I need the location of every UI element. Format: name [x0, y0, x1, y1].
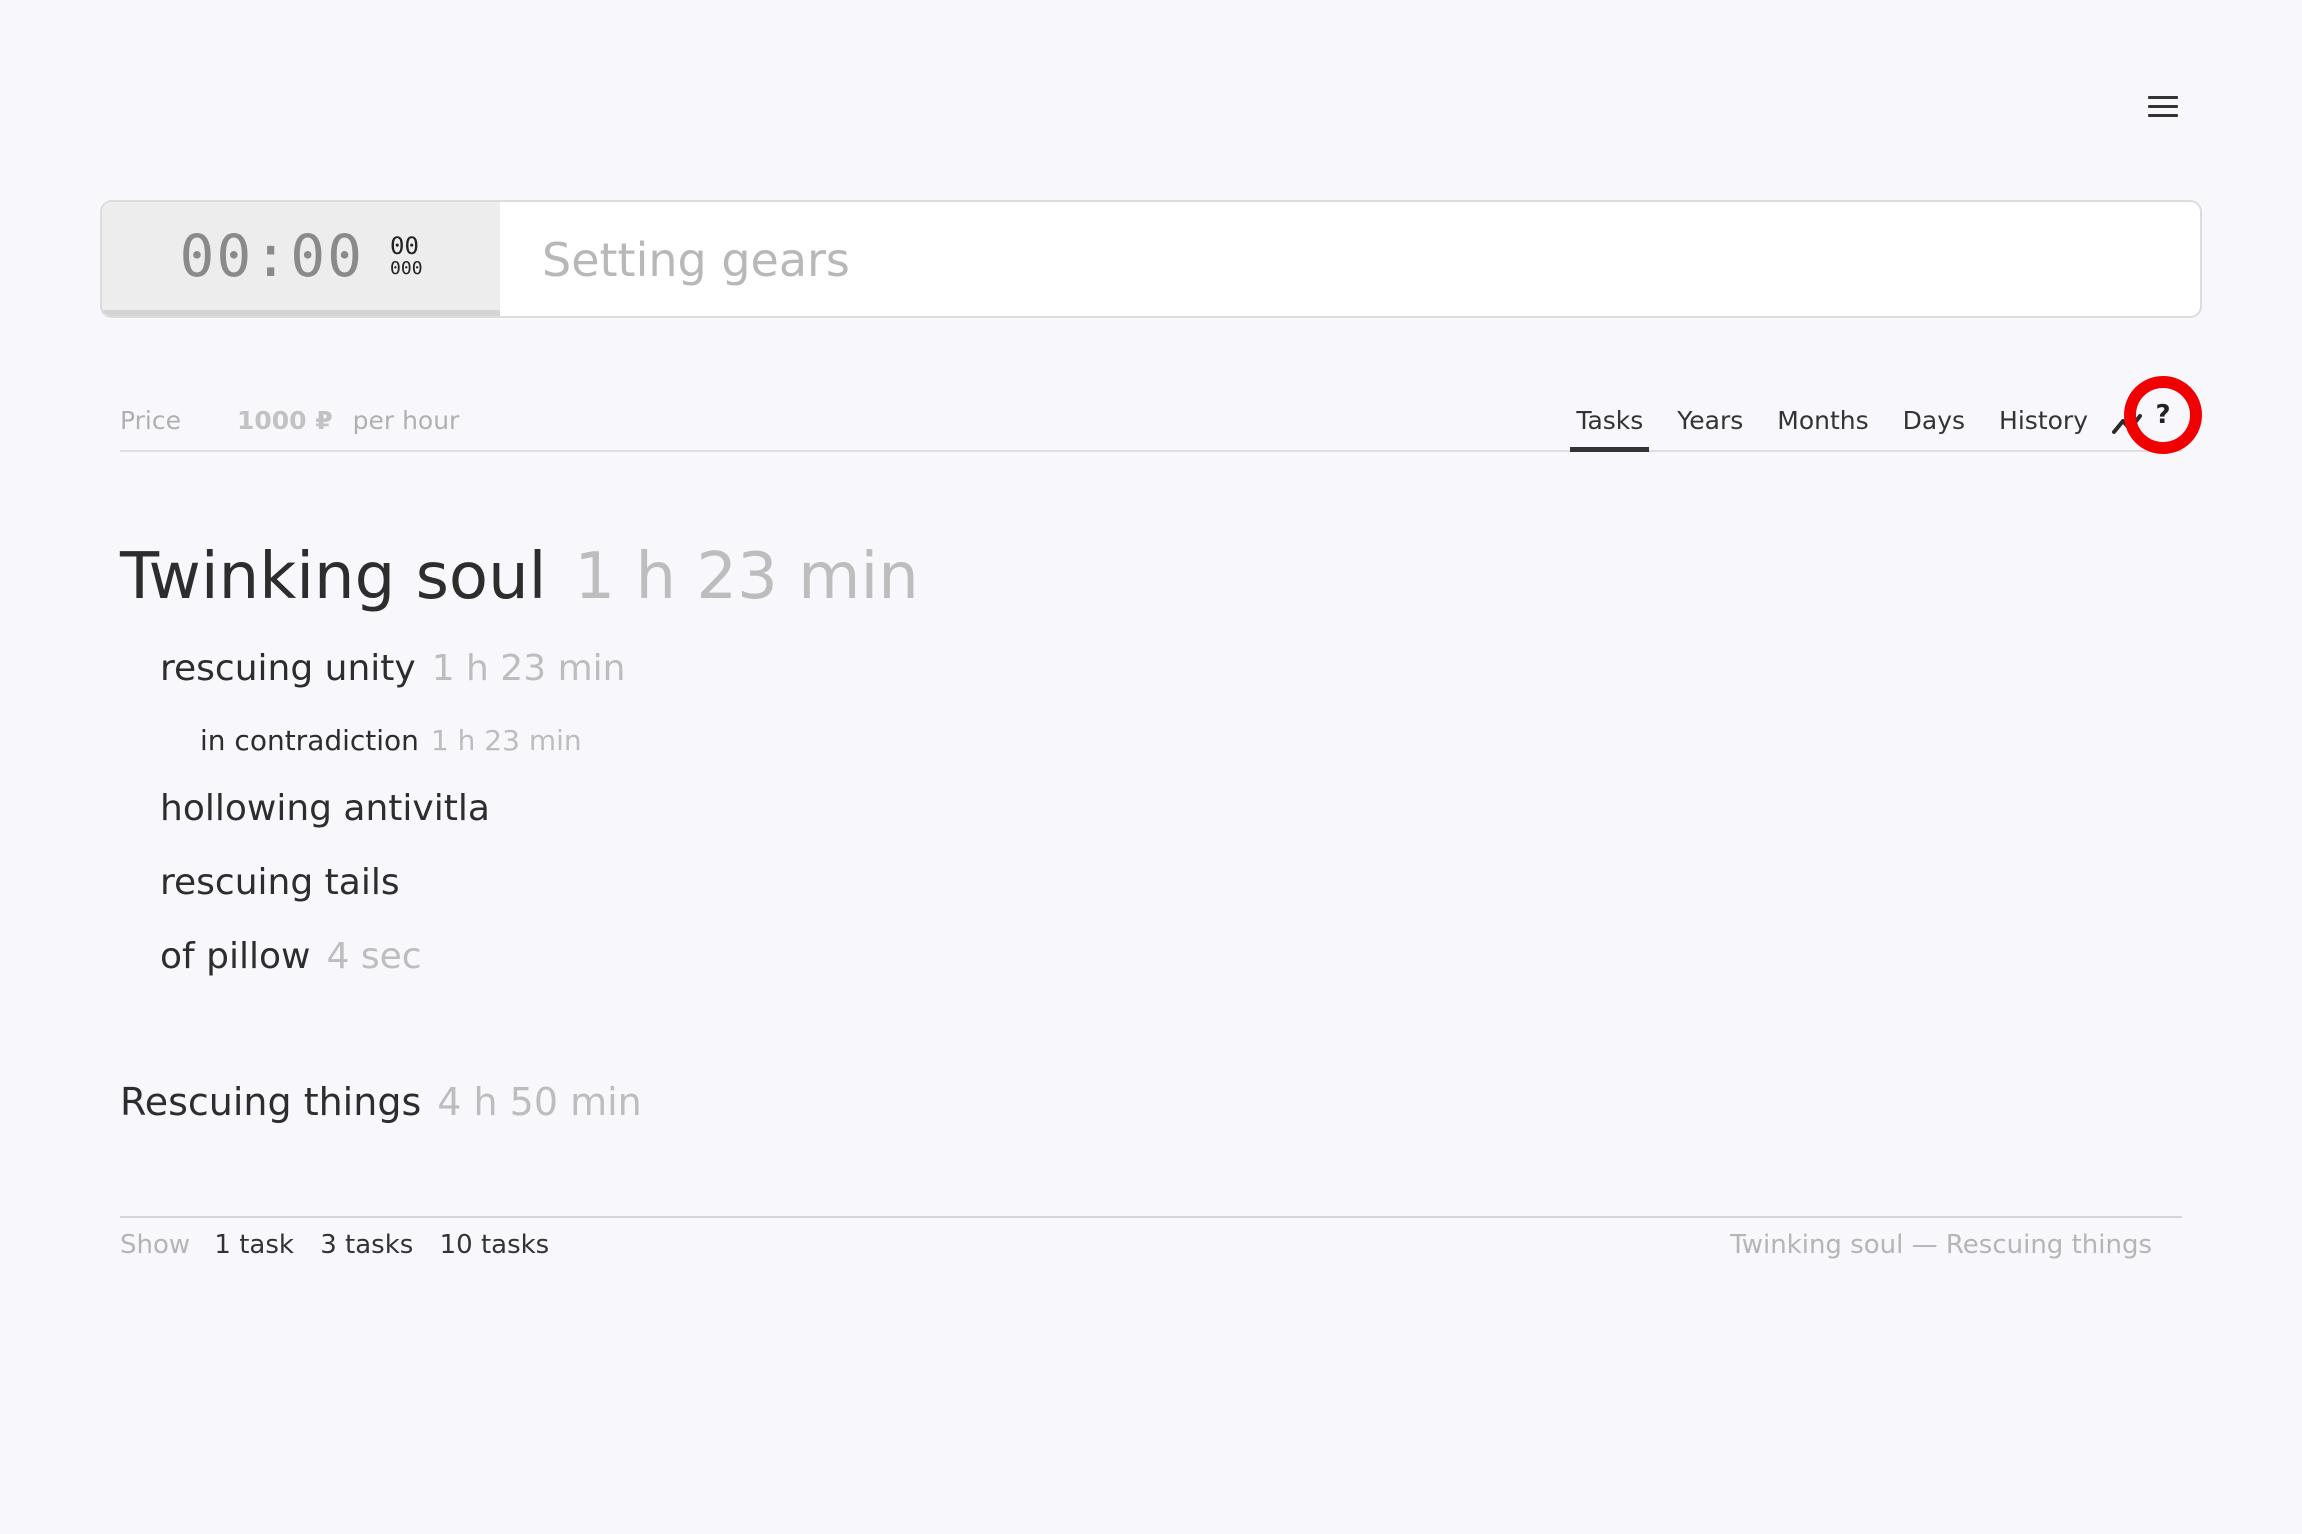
price-label: Price	[120, 406, 181, 435]
timer-millis: 000	[390, 258, 423, 279]
hamburger-menu-icon[interactable]	[2148, 96, 2178, 117]
project-item[interactable]: Twinking soul 1 h 23 min	[120, 540, 919, 614]
task-name-input[interactable]	[500, 202, 2200, 316]
task-item[interactable]: rescuing tails	[160, 862, 400, 903]
show-3-tasks-option[interactable]: 3 tasks	[320, 1230, 413, 1260]
task-item[interactable]: hollowing antivitla	[160, 788, 490, 829]
subtask-name: in contradiction	[200, 724, 419, 757]
help-icon[interactable]: ?	[2124, 376, 2202, 454]
nav-row: Price 1000 ₽ per hour Tasks Years Months…	[120, 376, 2202, 454]
project-time: 4 h 50 min	[437, 1080, 642, 1124]
project-name: Twinking soul	[120, 540, 547, 614]
view-tabs: Tasks Years Months Days History	[1548, 406, 2142, 452]
task-item[interactable]: of pillow 4 sec	[160, 936, 422, 977]
project-name: Rescuing things	[120, 1080, 422, 1124]
help-question-mark: ?	[2155, 400, 2171, 430]
task-item[interactable]: rescuing unity 1 h 23 min	[160, 648, 625, 689]
timer-clock[interactable]: 00:00 00 000	[102, 202, 500, 316]
task-time: 4 sec	[326, 936, 422, 977]
tab-days[interactable]: Days	[1897, 406, 1971, 447]
timer-seconds: 00	[390, 232, 419, 260]
show-1-task-option[interactable]: 1 task	[214, 1230, 294, 1260]
tab-months[interactable]: Months	[1771, 406, 1874, 447]
timer-main-digits: 00:00	[179, 222, 365, 290]
task-time: 1 h 23 min	[431, 648, 626, 689]
show-count-selector: Show 1 task 3 tasks 10 tasks	[120, 1230, 567, 1260]
project-item[interactable]: Rescuing things 4 h 50 min	[120, 1080, 642, 1124]
breadcrumb: Twinking soul — Rescuing things	[1730, 1230, 2152, 1260]
subtask-item[interactable]: in contradiction 1 h 23 min	[200, 724, 582, 757]
tab-years[interactable]: Years	[1671, 406, 1749, 447]
timer-bar: 00:00 00 000	[100, 200, 2202, 318]
task-name: rescuing tails	[160, 862, 400, 903]
show-label: Show	[120, 1230, 191, 1260]
tab-tasks[interactable]: Tasks	[1570, 406, 1650, 452]
timer-fraction: 00 000	[390, 234, 423, 278]
price-unit: per hour	[352, 406, 460, 435]
project-time: 1 h 23 min	[574, 540, 919, 614]
task-name: hollowing antivitla	[160, 788, 490, 829]
footer: Show 1 task 3 tasks 10 tasks Twinking so…	[120, 1216, 2182, 1278]
price-amount[interactable]: 1000 ₽	[237, 406, 333, 435]
show-10-tasks-option[interactable]: 10 tasks	[440, 1230, 550, 1260]
task-name: rescuing unity	[160, 648, 416, 689]
subtask-time: 1 h 23 min	[430, 724, 582, 757]
price-info: Price 1000 ₽ per hour	[120, 406, 459, 435]
task-name: of pillow	[160, 936, 311, 977]
tab-history[interactable]: History	[1993, 406, 2094, 447]
